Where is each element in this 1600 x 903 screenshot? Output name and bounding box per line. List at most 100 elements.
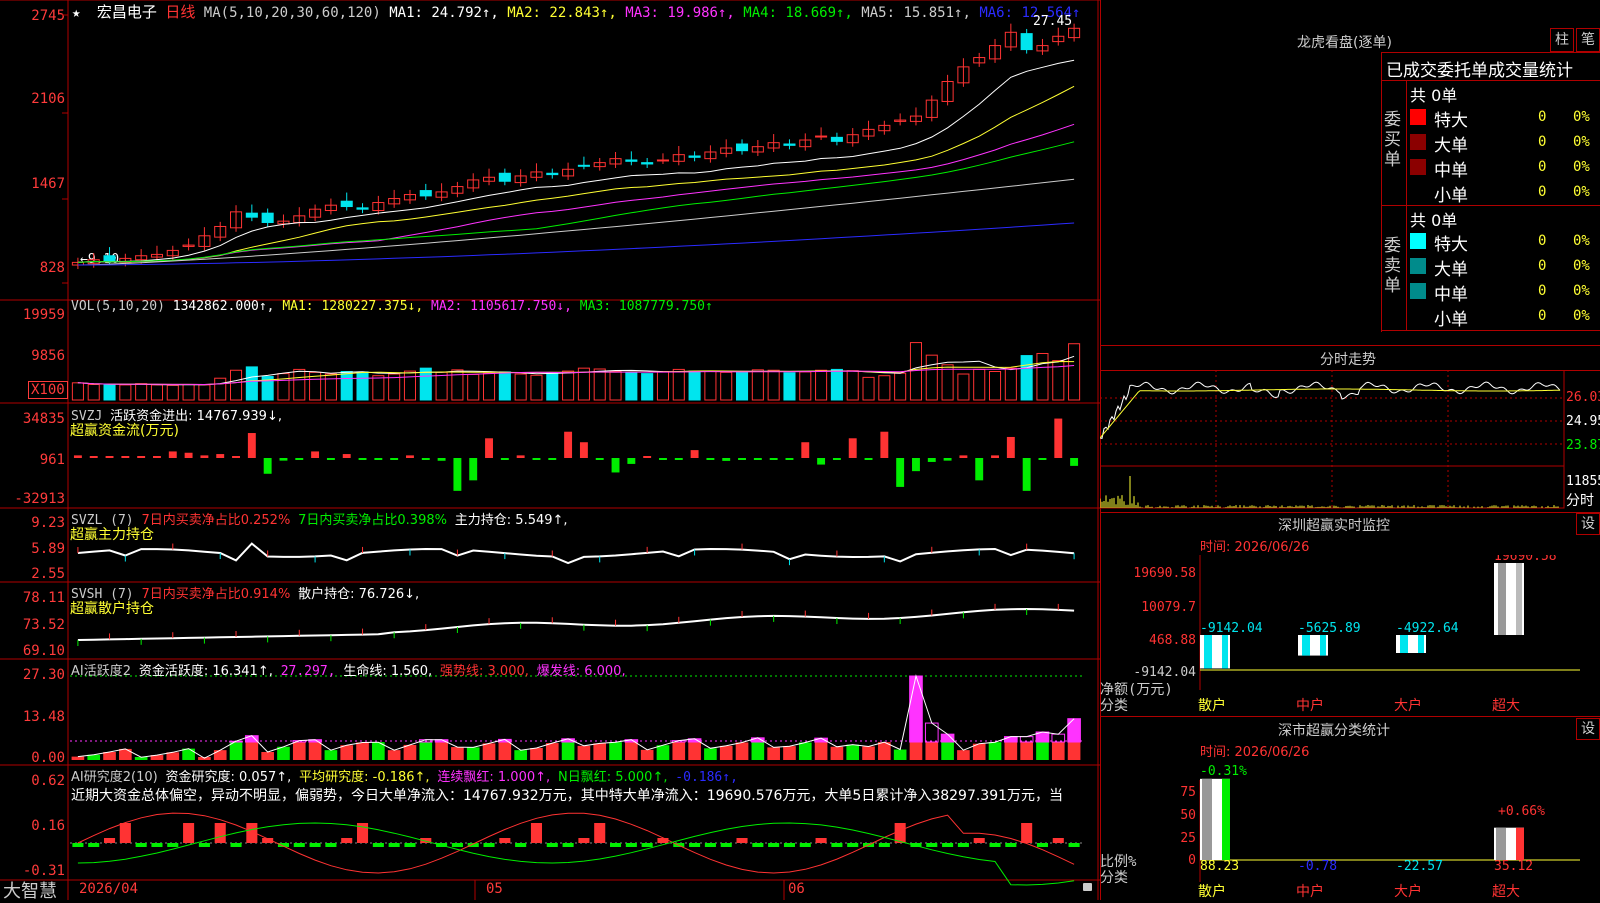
- vol-unit-button[interactable]: X100: [28, 381, 68, 399]
- capital-flow-bar: [106, 456, 114, 458]
- volume-bar: [199, 385, 210, 400]
- research-bar: [563, 843, 574, 847]
- date-axis-start: 2026/04: [79, 881, 138, 897]
- volume-bar: [594, 369, 605, 400]
- right-sidebar: 龙虎看盘(逐单) 柱 笔 已成交委托单成交量统计 委买单 共 0单 特大 0 0% 大…: [1100, 0, 1600, 900]
- monitor-bar-shade: [1302, 635, 1310, 656]
- monitor-cat-label: 散户: [1198, 697, 1226, 714]
- research-bar: [199, 843, 210, 847]
- activity-base-bar: [736, 742, 749, 760]
- sz-class-chart[interactable]: 75 50 25 0 -0.31% +0.66% 88.23 -0.78 -22.57 35.12…: [1100, 760, 1600, 900]
- capital-flow-bar: [865, 458, 873, 460]
- monitor-cat-label: 大户: [1394, 697, 1422, 714]
- stroke-mode-button[interactable]: 笔: [1576, 28, 1600, 52]
- monitor-bar-shade: [1400, 635, 1408, 653]
- capital-flow-bar: [928, 458, 936, 462]
- capital-flow-bar: [1023, 458, 1031, 491]
- candle-body: [784, 144, 795, 145]
- order-type-label: 小单: [1434, 305, 1468, 330]
- activity-base-bar: [483, 743, 496, 760]
- capital-flow-bar: [359, 458, 367, 460]
- activity-base-bar: [119, 749, 132, 760]
- monitor-value-label: -9142.04: [1200, 621, 1263, 636]
- lock-icon[interactable]: [1083, 883, 1092, 891]
- sz-class-settings-button[interactable]: 设: [1576, 718, 1600, 740]
- research-bar: [926, 843, 937, 847]
- intraday-p1: 26.03: [1566, 390, 1600, 405]
- legend-swatch: [1410, 159, 1426, 175]
- ai-active-name: AI活跃度2: [71, 664, 131, 679]
- volume-bar: [278, 374, 289, 400]
- monitor-bar: [1200, 635, 1230, 668]
- order-percent: 0%: [1573, 233, 1590, 249]
- research-bar: [167, 843, 178, 847]
- intraday-title: 分时走势: [1320, 349, 1376, 369]
- class-y-label: 25: [1180, 831, 1196, 846]
- order-count: 0: [1538, 258, 1546, 274]
- activity-top-bar: [1052, 734, 1065, 742]
- volume-bar: [325, 374, 336, 400]
- activity-base-bar: [230, 742, 243, 760]
- sz-monitor-settings-button[interactable]: 设: [1576, 513, 1600, 535]
- svzl-y-2: 5.89: [31, 541, 65, 557]
- bar-mode-button[interactable]: 柱: [1550, 28, 1574, 52]
- intraday-chart[interactable]: [1100, 370, 1600, 510]
- svzj-y-1: 34835: [23, 411, 65, 427]
- order-type-label: 中单: [1434, 156, 1468, 181]
- capital-flow-bar: [959, 455, 967, 458]
- capital-flow-bar: [343, 454, 351, 458]
- sz-monitor-chart[interactable]: 19690.58 10079.7 468.88 -9142.04 -9142.04 -56…: [1100, 555, 1600, 715]
- capital-flow-bar: [185, 453, 193, 458]
- chart-canvas[interactable]: [0, 0, 1100, 900]
- lhb-heading: 已成交委托单成交量统计: [1386, 56, 1573, 81]
- volume-bar: [104, 385, 115, 400]
- capital-flow-bar: [817, 458, 825, 465]
- ai-research-name: AI研究度2(10): [71, 770, 158, 785]
- svzl-y-1: 9.23: [31, 515, 65, 531]
- volume-bar: [989, 372, 1000, 400]
- monitor-cat-label: 超大: [1492, 698, 1520, 714]
- candle-body: [547, 173, 558, 174]
- class-value-label: -0.78: [1298, 859, 1337, 874]
- capital-flow-bar: [1039, 458, 1047, 460]
- capital-flow-bar: [501, 458, 509, 460]
- capital-flow-bar: [311, 451, 319, 458]
- sell-side-label: 委卖单: [1384, 236, 1404, 296]
- candle-body: [420, 191, 431, 196]
- volume-bar: [563, 371, 574, 400]
- svsh-a: 7日内买卖净占比0.914%: [141, 587, 290, 602]
- vol-value: 1342862.000↑,: [173, 299, 275, 314]
- activity-base-bar: [261, 752, 274, 760]
- ma-line-120: [78, 223, 1074, 265]
- volume-bar: [752, 370, 763, 400]
- research-bar: [768, 843, 779, 847]
- volume-bar: [974, 369, 985, 400]
- capital-flow-bar: [801, 442, 809, 458]
- volume-bar: [436, 372, 447, 400]
- capital-flow-bar: [596, 458, 604, 460]
- order-type-label: 特大: [1434, 106, 1468, 131]
- research-bar: [657, 838, 668, 843]
- volume-bar: [373, 376, 384, 400]
- class-y-label: 50: [1180, 808, 1196, 823]
- legend-swatch: [1410, 283, 1426, 299]
- capital-flow-bar: [833, 458, 841, 460]
- volume-bar: [136, 384, 147, 400]
- class-value-label: -22.57: [1396, 859, 1443, 874]
- capital-flow-bar: [691, 450, 699, 458]
- monitor-bar-shade: [1516, 563, 1522, 635]
- ai-y-2: 13.48: [23, 709, 65, 725]
- capital-flow-bar: [485, 438, 493, 458]
- capital-flow-bar: [90, 456, 98, 458]
- order-percent: 0%: [1573, 109, 1590, 125]
- class-bar: [1494, 828, 1524, 860]
- order-count: 0: [1538, 184, 1546, 200]
- vol-ma2: MA2: 1105617.750↓,: [431, 299, 572, 314]
- activity-base-bar: [562, 742, 575, 760]
- research-bar: [594, 823, 605, 843]
- research-bar: [831, 843, 842, 847]
- volume-bar: [88, 384, 99, 400]
- activity-base-bar: [72, 757, 85, 760]
- volume-bar: [958, 374, 969, 400]
- legend-swatch: [1410, 109, 1426, 125]
